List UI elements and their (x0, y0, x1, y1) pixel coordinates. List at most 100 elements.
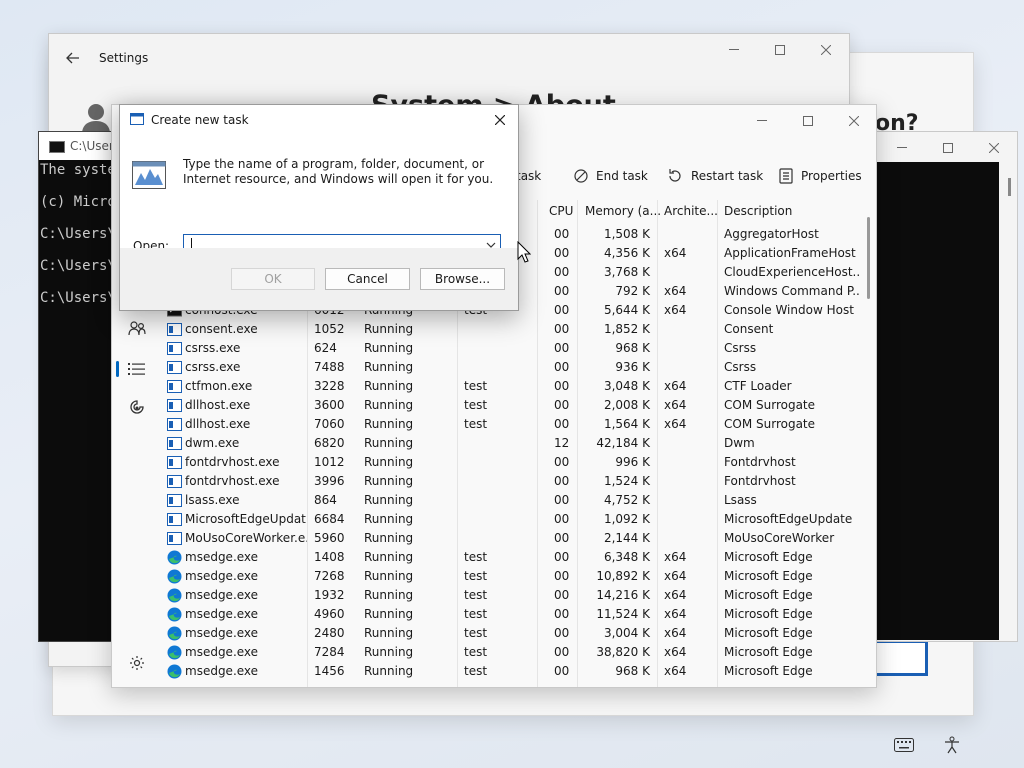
table-row[interactable]: consent.exe 1052 Running 00 1,852 K Consent (162, 320, 862, 339)
tm-minimize-icon[interactable] (739, 105, 785, 137)
cell-arch: x64 (664, 645, 687, 659)
terminal-close-icon[interactable] (971, 132, 1017, 164)
process-icon (167, 342, 182, 355)
table-row[interactable]: msedge.exe 1456 Running test 00 968 K x64 Micro… (162, 662, 862, 681)
cell-memory: 792 K (615, 284, 650, 298)
cell-name: msedge.exe (185, 626, 259, 640)
cmd-line: (c) Micro (40, 194, 116, 210)
column-header-memory[interactable]: Memory (a... (585, 204, 661, 224)
users-icon[interactable] (126, 317, 148, 339)
cell-memory: 10,892 K (596, 569, 650, 583)
restart-task-button[interactable]: Restart task (667, 165, 763, 187)
cell-cpu: 00 (554, 417, 570, 431)
terminal-maximize-icon[interactable] (925, 132, 971, 164)
table-row[interactable]: MoUsoCoreWorker.e... 5960 Running 00 2,144 K… (162, 529, 862, 548)
run-new-task-button[interactable]: task (516, 165, 541, 187)
maximize-icon[interactable] (757, 34, 803, 66)
cell-user: test (464, 569, 488, 583)
table-row[interactable]: msedge.exe 7268 Running test 00 10,892 K x64 Mi… (162, 567, 862, 586)
cell-status: Running (364, 474, 414, 488)
edge-icon (167, 664, 182, 679)
dialog-close-icon[interactable] (488, 109, 512, 131)
cell-user: test (464, 550, 488, 564)
cell-pid: 864 (314, 493, 337, 507)
table-row[interactable]: MicrosoftEdgeUpdat... 6684 Running 00 1,092 … (162, 510, 862, 529)
cell-status: Running (364, 626, 414, 640)
column-header-description[interactable]: Description (724, 204, 792, 224)
cell-desc: Lsass (724, 493, 757, 507)
table-row[interactable]: msedge.exe 2480 Running test 00 3,004 K x64 Mic… (162, 624, 862, 643)
back-arrow-icon[interactable] (61, 48, 85, 68)
cell-user: test (464, 645, 488, 659)
table-row[interactable]: csrss.exe 624 Running 00 968 K Csrss (162, 339, 862, 358)
terminal-minimize-icon[interactable] (877, 132, 927, 164)
tm-close-icon[interactable] (831, 105, 876, 137)
edge-icon (167, 569, 182, 584)
cell-name: dllhost.exe (185, 417, 251, 431)
tm-maximize-icon[interactable] (785, 105, 831, 137)
table-row[interactable]: fontdrvhost.exe 1012 Running 00 996 K Fontdrv… (162, 453, 862, 472)
cell-pid: 1932 (314, 588, 345, 602)
table-row[interactable]: msedge.exe 1408 Running test 00 6,348 K x64 Mic… (162, 548, 862, 567)
cell-cpu: 12 (554, 436, 570, 450)
cell-desc: Fontdrvhost (724, 474, 796, 488)
cell-pid: 624 (314, 341, 337, 355)
cell-arch: x64 (664, 607, 687, 621)
cell-arch: x64 (664, 626, 687, 640)
process-icon (167, 323, 182, 336)
cell-name: MoUsoCoreWorker.e... (185, 531, 307, 545)
browse-button[interactable]: Browse... (420, 268, 505, 290)
settings-blue-button[interactable] (873, 640, 928, 676)
cell-pid: 1052 (314, 322, 345, 336)
table-row[interactable]: dllhost.exe 3600 Running test 00 2,008 K x64 CO… (162, 396, 862, 415)
cancel-button[interactable]: Cancel (325, 268, 410, 290)
process-icon (167, 437, 182, 450)
cell-arch: x64 (664, 664, 687, 678)
minimize-icon[interactable] (711, 34, 757, 66)
cell-arch: x64 (664, 379, 687, 393)
cell-arch: x64 (664, 303, 687, 317)
cell-desc: Dwm (724, 436, 755, 450)
cell-arch: x64 (664, 550, 687, 564)
process-list-scrollbar[interactable] (867, 217, 870, 299)
cell-memory: 1,508 K (603, 227, 650, 241)
terminal-scrollbar[interactable] (1008, 178, 1011, 196)
table-row[interactable]: fontdrvhost.exe 3996 Running 00 1,524 K Fontd… (162, 472, 862, 491)
table-row[interactable]: msedge.exe 4960 Running test 00 11,524 K x64 Mi… (162, 605, 862, 624)
table-row[interactable]: dllhost.exe 7060 Running test 00 1,564 K x64 CO… (162, 415, 862, 434)
services-puzzle-icon[interactable] (126, 397, 148, 419)
table-row[interactable]: msedge.exe 1932 Running test 00 14,216 K x64 Mi… (162, 586, 862, 605)
end-task-label: End task (596, 169, 648, 183)
process-icon (167, 418, 182, 431)
column-header-architecture[interactable]: Archite... (664, 204, 718, 224)
cell-name: consent.exe (185, 322, 258, 336)
cell-pid: 4960 (314, 607, 345, 621)
cell-memory: 4,752 K (603, 493, 650, 507)
properties-label: Properties (801, 169, 862, 183)
column-header-cpu[interactable]: CPU (549, 204, 573, 224)
table-row[interactable]: msedge.exe 7284 Running test 00 38,820 K x64 Mi… (162, 643, 862, 662)
cell-desc: CloudExperienceHost... (724, 265, 859, 279)
accessibility-icon[interactable] (941, 734, 963, 756)
table-row[interactable]: ctfmon.exe 3228 Running test 00 3,048 K x64 CTF… (162, 377, 862, 396)
cell-memory: 1,092 K (603, 512, 650, 526)
keyboard-icon[interactable] (893, 734, 915, 756)
run-new-task-label: task (516, 169, 542, 183)
cell-cpu: 00 (554, 588, 570, 602)
properties-button[interactable]: Properties (779, 165, 862, 187)
table-row[interactable]: lsass.exe 864 Running 00 4,752 K Lsass (162, 491, 862, 510)
user-avatar-icon (79, 100, 113, 134)
run-program-icon (132, 161, 166, 189)
cell-name: ctfmon.exe (185, 379, 253, 393)
close-icon[interactable] (803, 34, 849, 66)
table-row[interactable]: csrss.exe 7488 Running 00 936 K Csrss (162, 358, 862, 377)
settings-gear-icon[interactable] (126, 652, 148, 674)
cell-memory: 14,216 K (596, 588, 650, 602)
table-row[interactable]: dwm.exe 6820 Running 12 42,184 K Dwm (162, 434, 862, 453)
cell-pid: 1408 (314, 550, 345, 564)
details-list-icon[interactable] (126, 358, 148, 380)
ok-button[interactable]: OK (231, 268, 315, 290)
end-task-button[interactable]: End task (574, 165, 648, 187)
cell-memory: 936 K (615, 360, 650, 374)
cell-pid: 7268 (314, 569, 345, 583)
